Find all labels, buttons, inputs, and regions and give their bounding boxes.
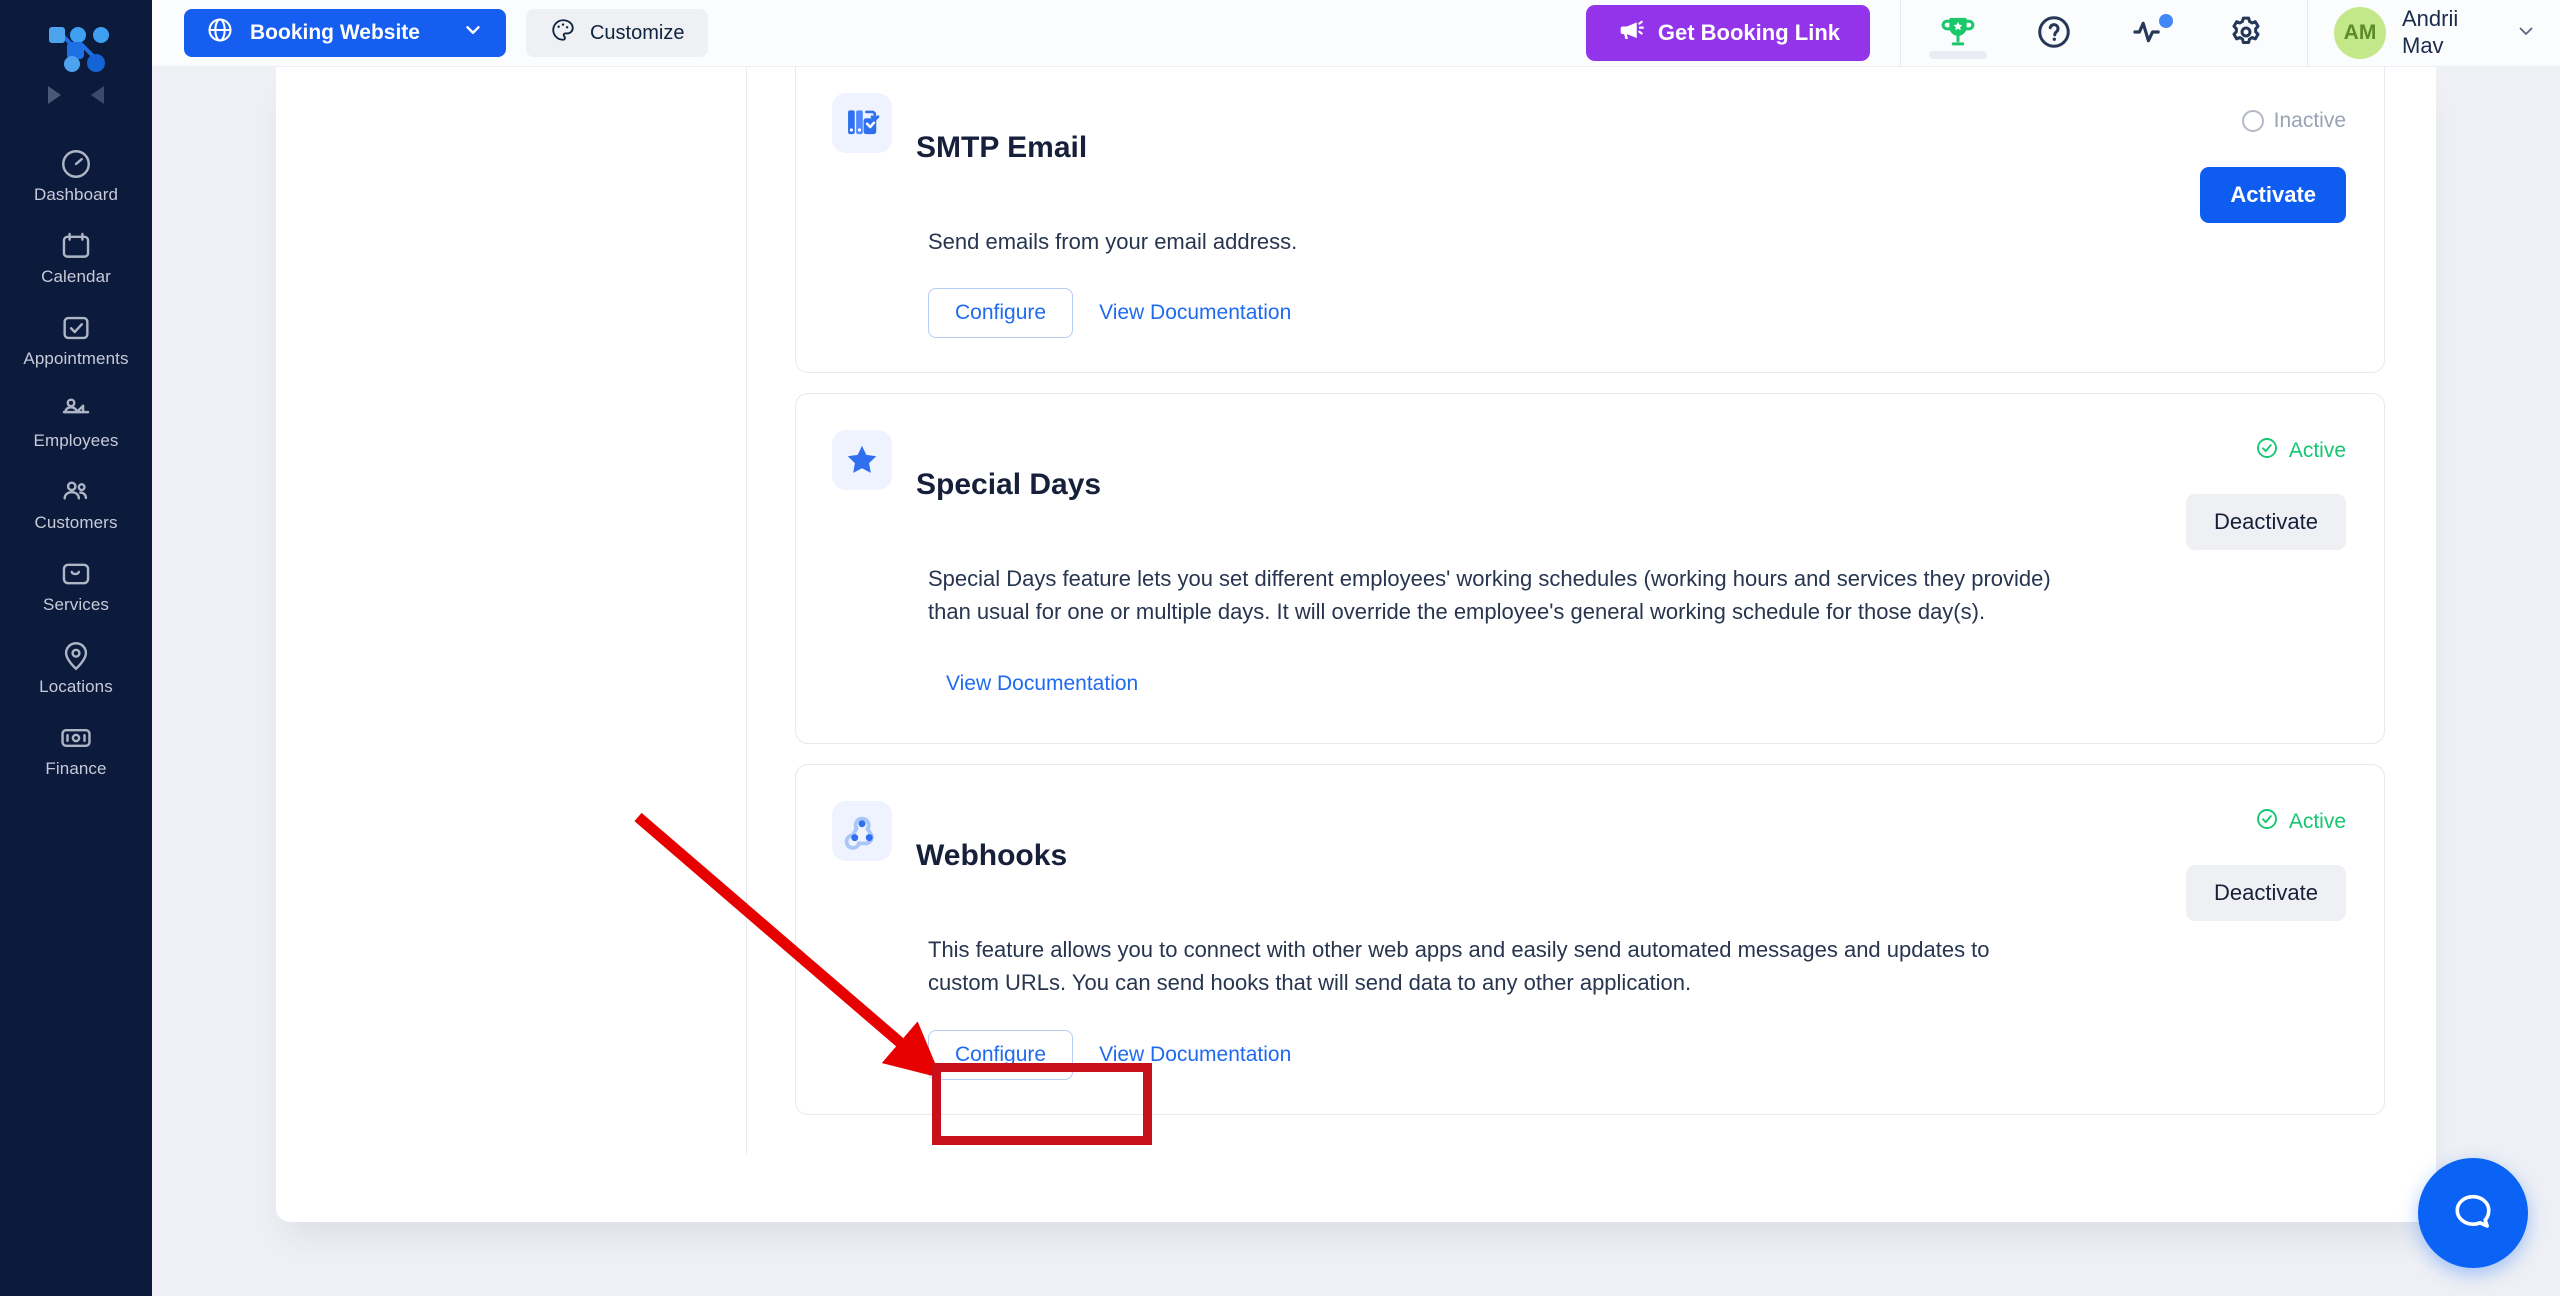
deactivate-button[interactable]: Deactivate	[2186, 864, 2346, 921]
services-box-icon	[59, 557, 93, 591]
deactivate-button[interactable]: Deactivate	[2186, 494, 2346, 551]
star-icon	[832, 430, 892, 491]
trophy-icon-button[interactable]	[1927, 0, 1989, 67]
circle-empty-icon	[2241, 110, 2264, 132]
sidebar-item-dashboard[interactable]: Dashboard	[0, 134, 152, 216]
top-bar: Booking Website Customize Get Booking Li…	[152, 0, 2560, 67]
sidebar-item-label: Services	[43, 595, 109, 614]
help-chat-button[interactable]	[2418, 1158, 2528, 1268]
card-actions: Configure View Documentation	[928, 1029, 2346, 1080]
settings-panel: SMTP Email Inactive Send emails from you…	[276, 67, 2436, 1222]
view-documentation-link[interactable]: View Documentation	[1081, 1030, 1309, 1080]
user-menu[interactable]: AM Andrii Mav	[2308, 0, 2560, 67]
employee-icon	[59, 393, 93, 427]
activate-button[interactable]: Activate	[2200, 167, 2346, 223]
sidebar-item-finance[interactable]: Finance	[0, 708, 152, 790]
card-header: Webhooks	[832, 800, 2346, 911]
customers-icon	[59, 475, 93, 509]
sidebar-item-employees[interactable]: Employees	[0, 380, 152, 462]
sidebar-item-locations[interactable]: Locations	[0, 626, 152, 708]
status-badge: Active	[2255, 807, 2346, 837]
feature-description: Special Days feature lets you set differ…	[928, 566, 2051, 625]
status-badge: Active	[2255, 436, 2346, 466]
activity-pulse-icon-button[interactable]	[2119, 0, 2181, 67]
feature-title: SMTP Email	[916, 130, 1088, 164]
topbar-icon-group	[1901, 0, 2277, 67]
view-documentation-link[interactable]: View Documentation	[928, 659, 1156, 709]
chevron-down-icon	[2514, 19, 2538, 48]
gear-icon	[2227, 13, 2265, 54]
card-header: Special Days	[832, 430, 2346, 540]
sidebar-item-appointments[interactable]: Appointments	[0, 298, 152, 380]
card-header: SMTP Email	[832, 93, 2346, 203]
sidebar-item-label: Calendar	[41, 267, 111, 286]
check-circle-icon	[2255, 807, 2279, 837]
sidebar-nav: Dashboard Calendar Appointments Employee…	[0, 134, 152, 790]
feature-card-webhooks: Webhooks Active This feature allows you …	[795, 763, 2385, 1115]
user-name-line1: Andrii	[2402, 6, 2459, 32]
help-circle-icon-button[interactable]	[2023, 0, 2085, 67]
sidebar-collapse-controls[interactable]	[48, 82, 104, 108]
sidebar-item-label: Customers	[34, 513, 118, 532]
avatar: AM	[2334, 7, 2386, 59]
status-label: Inactive	[2273, 109, 2346, 132]
card-actions: View Documentation	[928, 659, 2346, 709]
user-name: Andrii Mav	[2402, 6, 2498, 60]
get-booking-link-label: Get Booking Link	[1657, 20, 1840, 45]
booking-website-button[interactable]: Booking Website	[184, 9, 506, 57]
configure-button[interactable]: Configure	[928, 1029, 1074, 1080]
panel-divider	[746, 67, 747, 1154]
sidebar-item-label: Locations	[39, 677, 113, 696]
configure-button[interactable]: Configure	[928, 288, 1074, 339]
palette-icon	[550, 17, 576, 49]
map-pin-icon	[59, 639, 93, 673]
sidebar-item-services[interactable]: Services	[0, 544, 152, 626]
sidebar-item-calendar[interactable]: Calendar	[0, 216, 152, 298]
gear-icon-button[interactable]	[2215, 0, 2277, 67]
active-indicator	[1929, 50, 1987, 59]
notification-dot	[2159, 13, 2173, 28]
globe-icon	[206, 16, 234, 50]
feature-title: Special Days	[916, 468, 1102, 502]
status-badge: Inactive	[2241, 109, 2346, 133]
sidebar-item-label: Dashboard	[33, 185, 119, 204]
sidebar-item-label: Finance	[45, 759, 107, 778]
features-list: SMTP Email Inactive Send emails from you…	[795, 67, 2385, 1135]
avatar-initials: AM	[2343, 21, 2377, 44]
chat-bubble-icon	[2446, 1185, 2500, 1242]
feature-description: Send emails from your email address.	[928, 228, 1298, 254]
megaphone-icon	[1616, 16, 1644, 50]
app-root: Dashboard Calendar Appointments Employee…	[0, 0, 2560, 1296]
sidebar: Dashboard Calendar Appointments Employee…	[0, 0, 152, 1296]
trophy-icon	[1939, 13, 1977, 54]
booking-website-label: Booking Website	[250, 21, 420, 44]
smtp-email-icon	[832, 93, 892, 153]
customize-label: Customize	[589, 21, 685, 44]
webhook-icon	[832, 800, 892, 861]
sidebar-item-label: Appointments	[23, 349, 129, 368]
feature-description: This feature allows you to connect with …	[928, 936, 1990, 996]
checkbox-task-icon	[59, 311, 93, 345]
collapse-arrow-icon[interactable]	[91, 86, 104, 104]
app-logo[interactable]	[37, 22, 115, 74]
calendar-icon	[59, 229, 93, 263]
status-label: Active	[2288, 809, 2346, 833]
banknote-icon	[59, 721, 93, 755]
feature-card-smtp-email: SMTP Email Inactive Send emails from you…	[795, 67, 2385, 374]
gauge-icon	[59, 147, 93, 181]
sidebar-item-label: Employees	[33, 431, 119, 450]
expand-arrow-icon[interactable]	[48, 86, 61, 104]
check-circle-icon	[2255, 436, 2279, 466]
help-circle-icon	[2035, 13, 2073, 54]
sidebar-item-customers[interactable]: Customers	[0, 462, 152, 544]
get-booking-link-button[interactable]: Get Booking Link	[1585, 5, 1870, 61]
user-name-line2: Mav	[2402, 33, 2444, 58]
chevron-down-icon	[462, 19, 484, 47]
view-documentation-link[interactable]: View Documentation	[1081, 288, 1309, 338]
card-actions: Configure View Documentation	[928, 288, 2346, 339]
customize-button[interactable]: Customize	[525, 9, 709, 57]
feature-title: Webhooks	[916, 838, 1068, 872]
status-label: Active	[2288, 439, 2346, 463]
feature-card-special-days: Special Days Active Special Days feature…	[795, 393, 2385, 744]
